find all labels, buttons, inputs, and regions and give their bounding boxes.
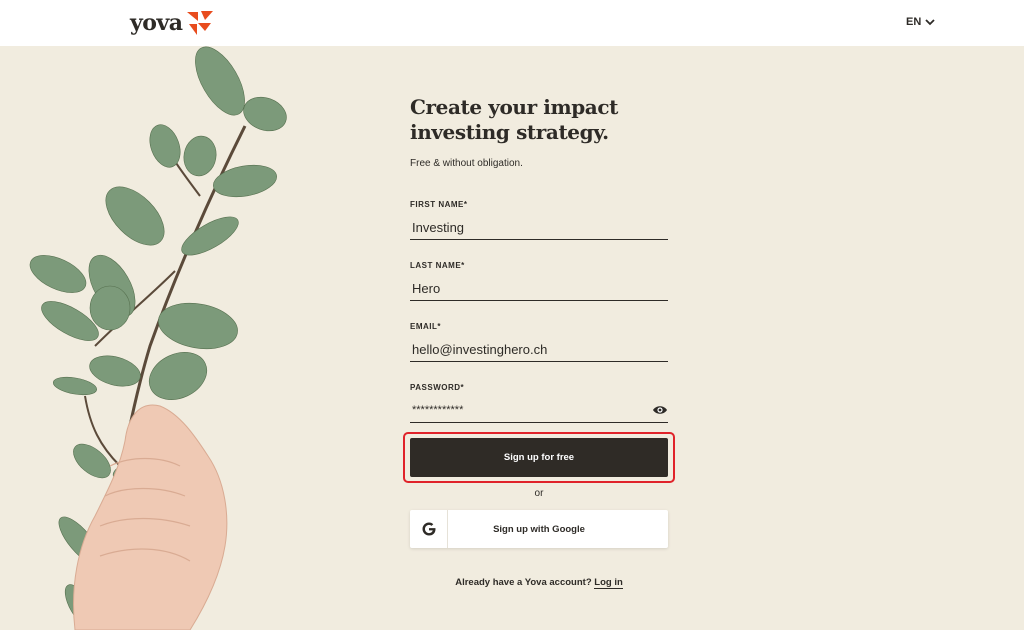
login-prompt-row: Already have a Yova account? Log in [410, 577, 668, 589]
email-label: EMAIL* [410, 322, 441, 331]
language-selector[interactable]: EN [906, 16, 935, 28]
top-bar: yova EN [0, 0, 1024, 46]
last-name-label: LAST NAME* [410, 261, 465, 270]
last-name-input[interactable] [410, 276, 668, 301]
first-name-field-group: FIRST NAME* [410, 200, 668, 240]
email-input[interactable] [410, 337, 668, 362]
first-name-input[interactable] [410, 215, 668, 240]
password-label: PASSWORD* [410, 383, 465, 392]
login-prompt-text: Already have a Yova account? [455, 577, 592, 588]
logo-mark-icon [186, 11, 213, 35]
eucalyptus-hand-image [0, 46, 330, 630]
yova-logo[interactable]: yova [130, 8, 215, 38]
page-subtitle: Free & without obligation. [410, 158, 523, 169]
or-divider: or [534, 488, 544, 499]
google-icon [422, 522, 435, 536]
login-link[interactable]: Log in [594, 577, 623, 589]
signup-button[interactable]: Sign up for free [410, 438, 668, 477]
password-input[interactable] [410, 398, 668, 423]
logo-text: yova [130, 10, 183, 36]
email-field-group: EMAIL* [410, 322, 668, 362]
last-name-field-group: LAST NAME* [410, 261, 668, 301]
chevron-down-icon [925, 19, 935, 26]
password-field-group: PASSWORD* [410, 383, 668, 423]
title-line-1: Create your impact [410, 95, 618, 119]
google-icon-cell [410, 510, 448, 548]
google-signup-button[interactable]: Sign up with Google [410, 510, 668, 548]
eye-icon[interactable] [652, 404, 668, 416]
language-label: EN [906, 16, 922, 28]
password-row [410, 392, 668, 423]
page-title: Create your impact investing strategy. [410, 95, 668, 145]
signup-form-header: Create your impact investing strategy. F… [410, 95, 668, 169]
title-line-2: investing strategy. [410, 120, 609, 144]
google-signup-label: Sign up with Google [493, 523, 585, 535]
first-name-label: FIRST NAME* [410, 200, 468, 209]
